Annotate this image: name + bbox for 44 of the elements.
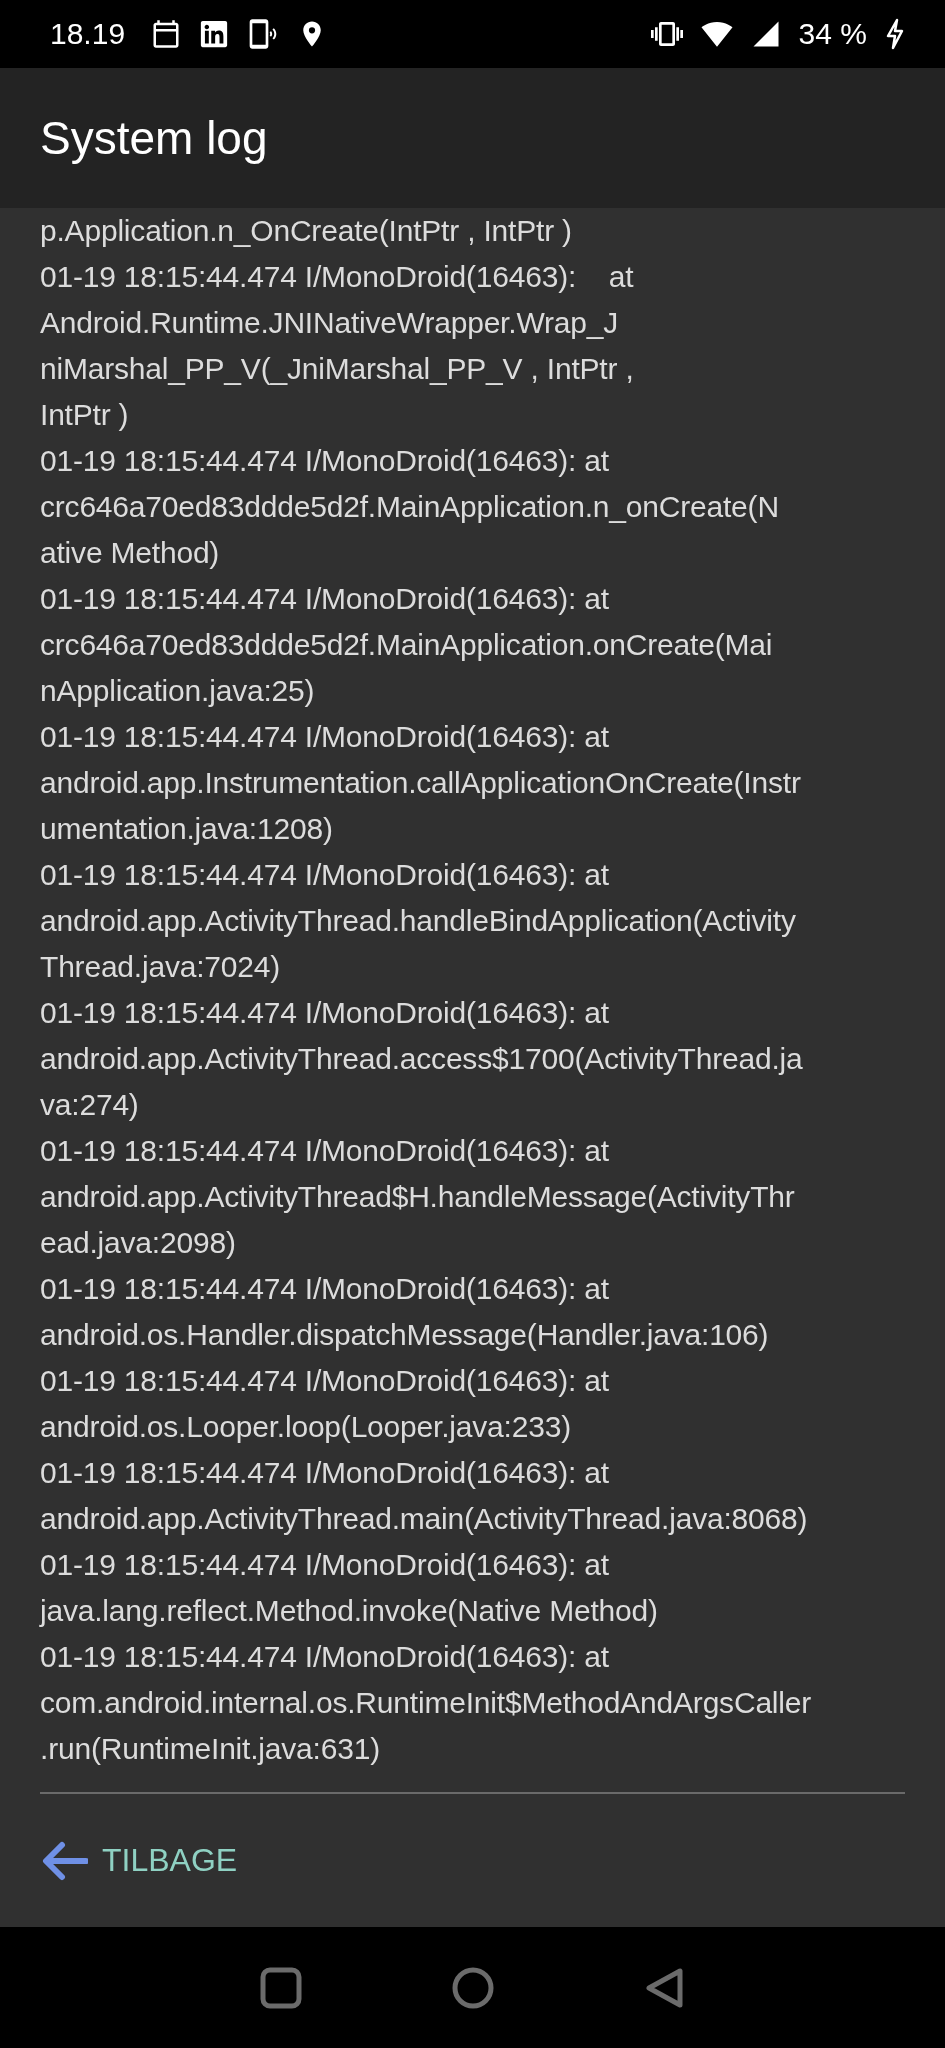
log-line: android.app.ActivityThread.main(ActivityThread.java:8068): [40, 1501, 809, 1537]
log-line: java.lang.reflect.Method.invoke(Native Method): [40, 1593, 659, 1629]
log-line: 01-19 18:15:44.474 I/MonoDroid(16463): at: [40, 1271, 610, 1307]
log-line: android.app.Instrumentation.callApplicationOnCreate(Instr: [40, 765, 802, 801]
log-line: 01-19 18:15:44.474 I/MonoDroid(16463): at: [40, 995, 610, 1031]
log-line: p.Application.n_OnCreate(IntPtr , IntPtr ): [40, 213, 573, 249]
log-line: android.os.Looper.loop(Looper.java:233): [40, 1409, 572, 1445]
log-line: Thread.java:7024): [40, 949, 282, 985]
log-line: 01-19 18:15:44.474 I/MonoDroid(16463): at: [40, 1547, 610, 1583]
log-line: ead.java:2098): [40, 1225, 237, 1261]
log-line: 01-19 18:15:44.474 I/MonoDroid(16463): at: [40, 1639, 610, 1675]
log-line: com.android.internal.os.RuntimeInit$MethodAndArgsCaller: [40, 1685, 813, 1721]
log-line: 01-19 18:15:44.474 I/MonoDroid(16463): at: [40, 1455, 610, 1491]
log-line: 01-19 18:15:44.474 I/MonoDroid(16463): at: [40, 719, 610, 755]
log-line: 01-19 18:15:44.474 I/MonoDroid(16463): at: [40, 581, 610, 617]
clock-time: 18.19: [50, 17, 126, 51]
log-line: 01-19 18:15:44.474 I/MonoDroid(16463): at: [40, 259, 635, 295]
screen-title: System log: [40, 111, 268, 165]
log-line: android.app.ActivityThread.handleBindApplication(Activity: [40, 903, 797, 939]
log-line: 01-19 18:15:44.474 I/MonoDroid(16463): at: [40, 1133, 610, 1169]
log-line: umentation.java:1208): [40, 811, 334, 847]
log-line: niMarshal_PP_V(_JniMarshal_PP_V , IntPtr ,: [40, 351, 635, 387]
log-line: crc646a70ed83ddde5d2f.MainApplication.n_onCreate(N: [40, 489, 780, 525]
log-line: 01-19 18:15:44.474 I/MonoDroid(16463): at: [40, 857, 610, 893]
log-line: crc646a70ed83ddde5d2f.MainApplication.onCreate(Mai: [40, 627, 774, 663]
battery-percent: 34 %: [798, 17, 867, 51]
log-line: 01-19 18:15:44.474 I/MonoDroid(16463): at: [40, 443, 610, 479]
log-line: .run(RuntimeInit.java:631): [40, 1731, 381, 1767]
home-button[interactable]: [451, 1966, 494, 2009]
social-app-icon: [199, 19, 230, 49]
log-line: android.os.Handler.dispatchMessage(Handler.java:106): [40, 1317, 770, 1353]
log-line: nApplication.java:25): [40, 673, 316, 709]
charging-bolt-icon: [885, 18, 905, 50]
log-line: android.app.ActivityThread.access$1700(ActivityThread.ja: [40, 1041, 804, 1077]
recents-button[interactable]: [259, 1966, 302, 2009]
back-button[interactable]: TILBAGE: [40, 1834, 238, 1887]
log-line: 01-19 18:15:44.474 I/MonoDroid(16463): at: [40, 1363, 610, 1399]
log-line: ative Method): [40, 535, 221, 571]
log-line: android.app.ActivityThread$H.handleMessage(ActivityThr: [40, 1179, 796, 1215]
calendar-icon: [151, 19, 182, 49]
log-line: Android.Runtime.JNINativeWrapper.Wrap_J: [40, 305, 619, 341]
log-line: IntPtr ): [40, 397, 130, 433]
back-nav-button[interactable]: [643, 1966, 686, 2009]
log-line: va:274): [40, 1087, 140, 1123]
